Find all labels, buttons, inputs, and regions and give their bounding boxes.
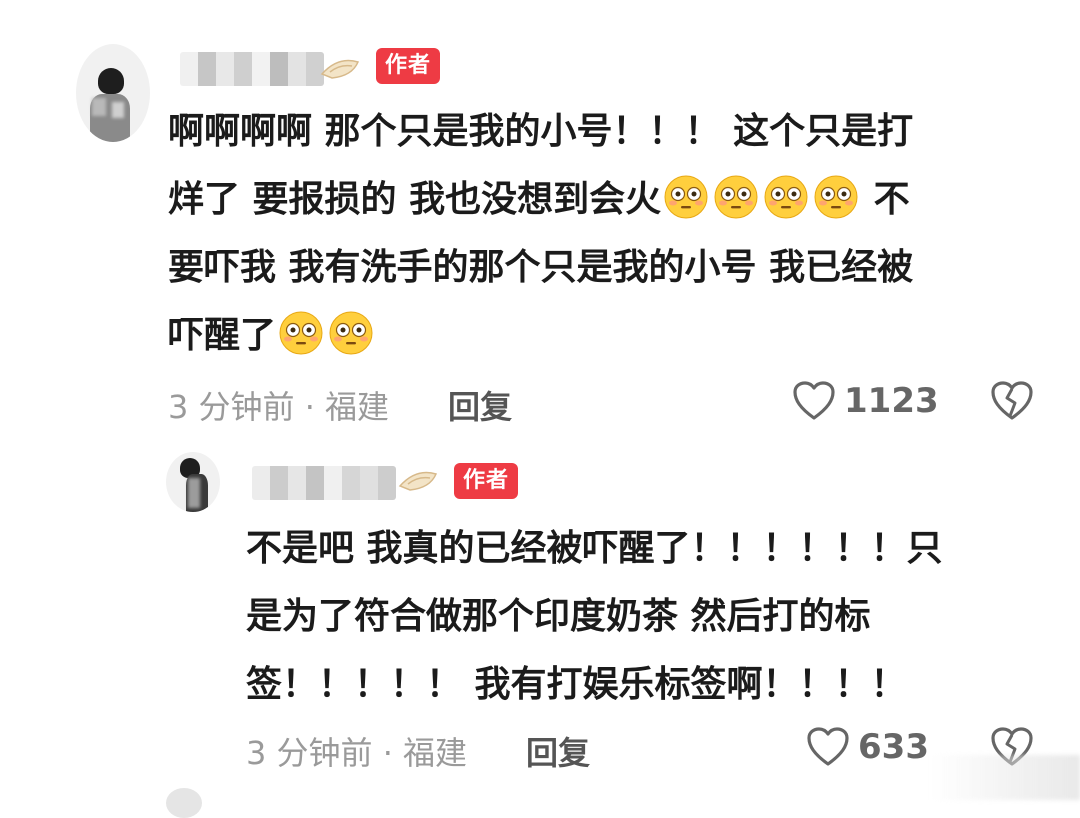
comment-line: 烊了 要报损的 我也没想到会火 不 xyxy=(168,166,913,234)
like-count: 1123 xyxy=(844,381,939,421)
comment-line: 不是吧 我真的已经被吓醒了！！！！！！只 xyxy=(246,515,943,583)
comment-line: 是为了符合做那个印度奶茶 然后打的标 xyxy=(246,583,943,651)
username-blurred[interactable] xyxy=(252,466,396,500)
level-badge-icon xyxy=(396,466,440,494)
flushed-face-emoji xyxy=(714,175,758,219)
flushed-face-emoji xyxy=(814,175,858,219)
comment-line-text: 烊了 要报损的 我也没想到会火 xyxy=(168,179,662,220)
avatar xyxy=(166,788,202,818)
comment-line: 要吓我 我有洗手的那个只是我的小号 我已经被 xyxy=(168,234,913,302)
comment-line: 吓醒了 xyxy=(168,302,913,370)
comment-meta: 3 分钟前 · 福建 xyxy=(168,388,390,426)
heart-outline-icon xyxy=(807,727,849,766)
reply-meta: 3 分钟前 · 福建 xyxy=(246,734,468,772)
avatar[interactable] xyxy=(76,44,150,142)
comment-line-text: 不是吧 我真的已经被吓醒了！！！！！！只 xyxy=(246,528,943,569)
author-badge: 作者 xyxy=(376,48,441,84)
comment-line-text: 啊啊啊啊 那个只是我的小号！！！ 这个只是打 xyxy=(168,111,914,152)
reply-text: 不是吧 我真的已经被吓醒了！！！！！！只 是为了符合做那个印度奶茶 然后打的标 … xyxy=(246,515,943,719)
watermark xyxy=(930,755,1080,800)
comment-text: 啊啊啊啊 那个只是我的小号！！！ 这个只是打 烊了 要报损的 我也没想到会火 不… xyxy=(168,98,913,370)
broken-heart-icon[interactable] xyxy=(990,380,1034,422)
reply-button[interactable]: 回复 xyxy=(448,382,512,428)
author-badge: 作者 xyxy=(454,463,519,499)
like-button[interactable]: 633 xyxy=(806,726,929,768)
comment-line-text: 不 xyxy=(873,179,910,220)
flushed-face-emoji xyxy=(664,175,708,219)
flushed-face-emoji xyxy=(764,175,808,219)
like-count: 633 xyxy=(858,727,929,767)
comment-line-text: 要吓我 我有洗手的那个只是我的小号 我已经被 xyxy=(168,247,914,288)
comment-line-text: 吓醒了 xyxy=(168,315,277,356)
heart-outline-icon xyxy=(793,381,835,420)
comment-line: 签！！！！！ 我有打娱乐标签啊！！！！ xyxy=(246,651,943,719)
flushed-face-emoji xyxy=(279,311,323,355)
like-button[interactable]: 1123 xyxy=(792,380,939,422)
comment-line-text: 签！！！！！ 我有打娱乐标签啊！！！！ xyxy=(246,664,907,705)
reply-button[interactable]: 回复 xyxy=(526,728,590,774)
avatar[interactable] xyxy=(166,452,220,512)
comment-line: 啊啊啊啊 那个只是我的小号！！！ 这个只是打 xyxy=(168,98,913,166)
flushed-face-emoji xyxy=(329,311,373,355)
username-blurred[interactable] xyxy=(180,52,324,86)
level-badge-icon xyxy=(318,54,362,82)
comment-line-text: 是为了符合做那个印度奶茶 然后打的标 xyxy=(246,596,871,637)
